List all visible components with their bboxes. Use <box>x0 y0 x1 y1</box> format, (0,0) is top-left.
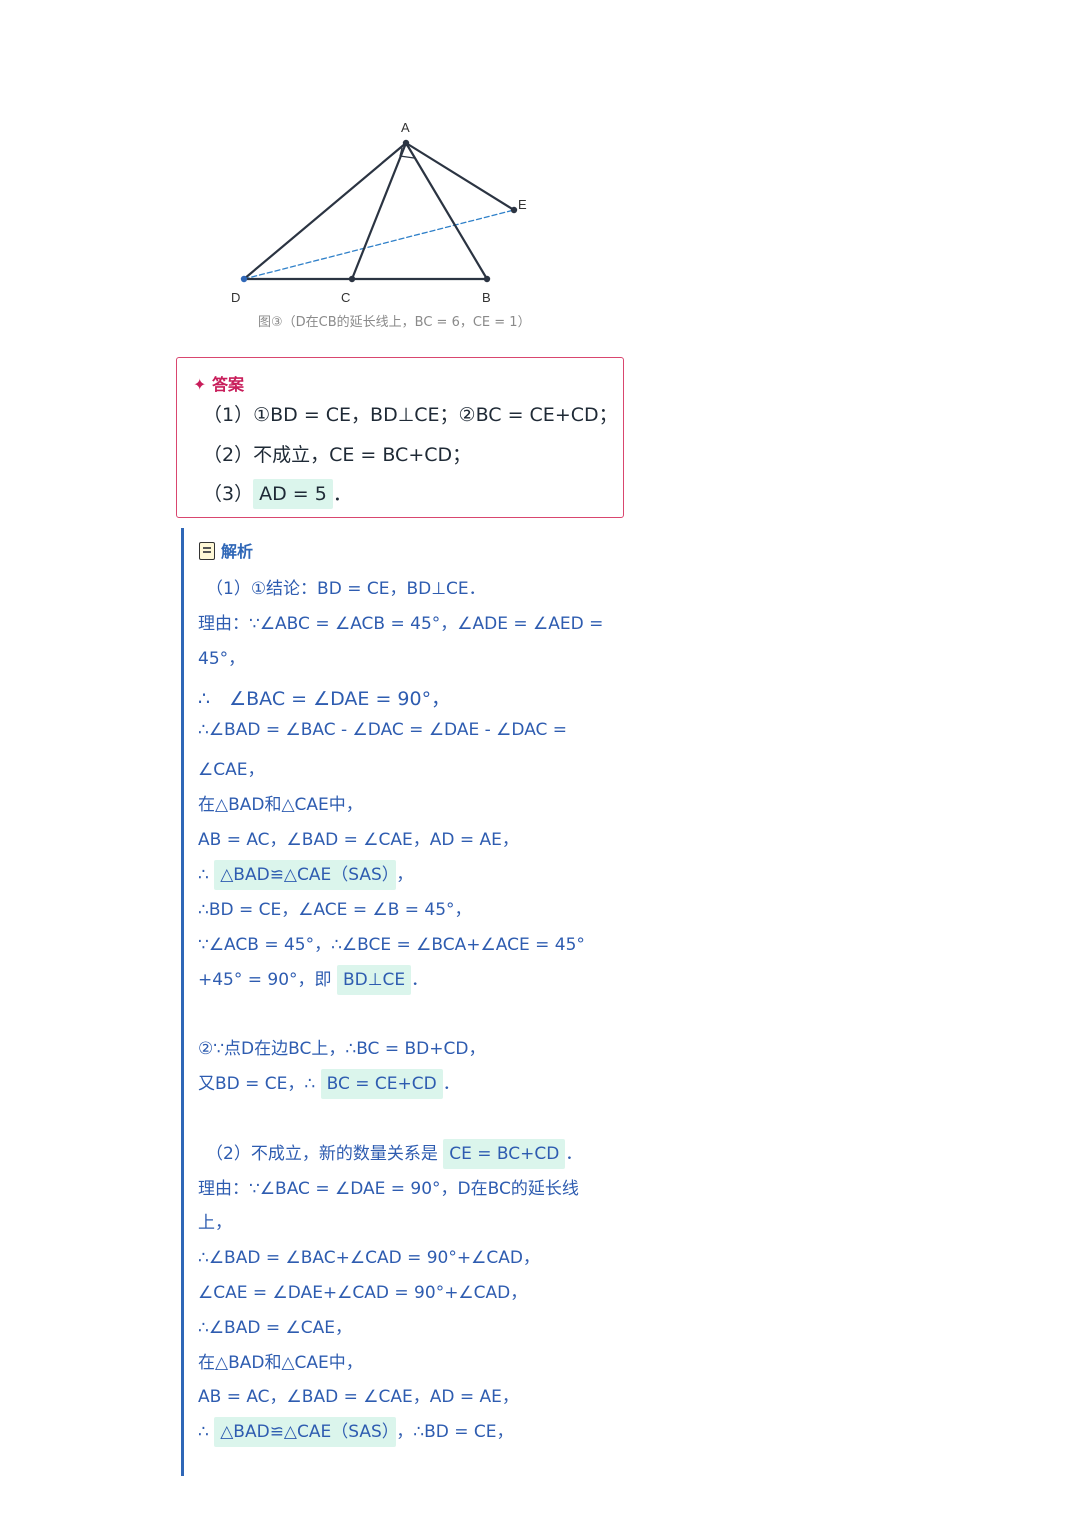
analysis-line: AB = AC，∠BAD = ∠CAE，AD = AE， <box>198 825 519 850</box>
analysis-line-text: ∴∠BAD = ∠BAC+∠CAD = 90°+∠CAD， <box>198 1248 540 1268</box>
point-a <box>402 139 410 147</box>
analysis-line: ∴BD = CE，∠ACE = ∠B = 45°， <box>198 895 472 920</box>
analysis-line: ∴ △BAD≌△CAE（SAS） ，∴BD = CE， <box>198 1417 514 1447</box>
analysis-line-text: 45°， <box>198 649 246 669</box>
analysis-line-text: 在△BAD和△CAE中， <box>198 1353 363 1373</box>
analysis-title: 解析 <box>199 538 253 562</box>
analysis-line: +45° = 90°，即 BD⊥CE ． <box>198 965 429 995</box>
answer-title: ✦ 答案 <box>193 375 244 394</box>
analysis-line-suffix: ． <box>565 1144 583 1164</box>
analysis-line-suffix: ． <box>411 970 429 990</box>
analysis-line-text: ∴ <box>198 1422 215 1442</box>
analysis-line-text: ∴BD = CE，∠ACE = ∠B = 45°， <box>198 900 472 920</box>
analysis-line: 理由：∵∠BAC = ∠DAE = 90°，D在BC的延长线 <box>198 1174 579 1199</box>
point-d <box>240 275 248 283</box>
analysis-line: （1）①结论：BD = CE，BD⊥CE． <box>206 574 486 599</box>
analysis-line-text: 上， <box>198 1213 232 1233</box>
answer-line-2: （2）不成立，CE = BC+CD； <box>203 444 472 466</box>
point-b <box>483 275 491 283</box>
analysis-bar <box>181 528 184 1476</box>
analysis-highlight: BD⊥CE <box>336 965 412 995</box>
segment-ae <box>404 141 516 212</box>
analysis-line-text: ∠CAE = ∠DAE+∠CAD = 90°+∠CAD， <box>198 1283 528 1303</box>
analysis-line-text: ∴∠BAD = ∠CAE， <box>198 1318 352 1338</box>
analysis-line-text: （2）不成立，新的数量关系是 <box>206 1144 444 1164</box>
triangle-figure: A E D C B <box>231 120 527 305</box>
analysis-line-suffix: ， <box>396 865 414 885</box>
analysis-line-text: 理由：∵∠ABC = ∠ACB = 45°，∠ADE = ∠AED = <box>198 614 604 634</box>
analysis-line-text: AB = AC，∠BAD = ∠CAE，AD = AE， <box>198 830 519 850</box>
analysis-line-text: 在△BAD和△CAE中， <box>198 795 363 815</box>
analysis-line-text: ∵∠ACB = 45°，∴∠BCE = ∠BCA+∠ACE = 45° <box>198 935 585 955</box>
analysis-line-text: ∠CAE， <box>198 760 265 780</box>
analysis-line: ②∵点D在边BC上，∴BC = BD+CD， <box>198 1034 485 1059</box>
angle-mark-1 <box>399 155 415 159</box>
analysis-line-text: ∴ <box>198 865 215 885</box>
label-e: E <box>518 197 527 212</box>
analysis-line-suffix: ，∴BD = CE， <box>396 1422 514 1442</box>
label-a: A <box>401 120 410 135</box>
label-c: C <box>341 290 350 305</box>
analysis-line-text: +45° = 90°，即 <box>198 970 337 990</box>
analysis-line: 在△BAD和△CAE中， <box>198 1348 363 1373</box>
segment-ac <box>350 141 408 281</box>
analysis-line: 在△BAD和△CAE中， <box>198 790 363 815</box>
answer-line-3: （3） AD = 5 ． <box>203 479 352 509</box>
note-icon <box>199 542 215 560</box>
analysis-line-text: ∴∠BAD = ∠BAC - ∠DAC = ∠DAE - ∠DAC = <box>198 720 568 740</box>
analysis-line-text: AB = AC，∠BAD = ∠CAE，AD = AE， <box>198 1387 519 1407</box>
point-c <box>348 275 356 283</box>
analysis-line: ∴∠BAD = ∠BAC - ∠DAC = ∠DAE - ∠DAC = <box>198 720 567 740</box>
analysis-line-text: ∴ ∠BAC = ∠DAE = 90°， <box>198 688 451 710</box>
point-e <box>510 206 518 214</box>
analysis-title-text: 解析 <box>221 542 254 561</box>
answer-line-1: （1）①BD = CE，BD⊥CE；②BC = CE+CD； <box>203 404 618 426</box>
analysis-line: ∵∠ACB = 45°，∴∠BCE = ∠BCA+∠ACE = 45° <box>198 930 585 955</box>
analysis-line: ∠CAE = ∠DAE+∠CAD = 90°+∠CAD， <box>198 1278 527 1303</box>
analysis-highlight: △BAD≌△CAE（SAS） <box>214 860 397 890</box>
analysis-line: 45°， <box>198 644 245 669</box>
analysis-line: 上， <box>198 1208 232 1233</box>
analysis-line: AB = AC，∠BAD = ∠CAE，AD = AE， <box>198 1382 519 1407</box>
label-b: B <box>482 290 491 305</box>
answer-highlight: AD = 5 <box>253 479 333 509</box>
analysis-line: 理由：∵∠ABC = ∠ACB = 45°，∠ADE = ∠AED = <box>198 609 603 634</box>
analysis-line: ∴∠BAD = ∠CAE， <box>198 1313 352 1338</box>
analysis-highlight: △BAD≌△CAE（SAS） <box>214 1417 397 1447</box>
analysis-line: 又BD = CE，∴ BC = CE+CD ． <box>198 1069 460 1099</box>
analysis-line: ∴ ∠BAC = ∠DAE = 90°， <box>198 684 450 711</box>
analysis-highlight: BC = CE+CD <box>320 1069 443 1099</box>
analysis-line: ∴∠BAD = ∠BAC+∠CAD = 90°+∠CAD， <box>198 1243 540 1268</box>
answer-box: ✦ 答案 （1）①BD = CE，BD⊥CE；②BC = CE+CD； （2）不… <box>176 357 624 518</box>
analysis-line-text: 又BD = CE，∴ <box>198 1074 321 1094</box>
analysis-line-suffix: ． <box>442 1074 460 1094</box>
analysis-line-text: 理由：∵∠BAC = ∠DAE = 90°，D在BC的延长线 <box>198 1179 579 1199</box>
segment-ab <box>404 141 489 281</box>
analysis-line-text: ②∵点D在边BC上，∴BC = BD+CD， <box>198 1039 486 1059</box>
figure-caption: 图③（D在CB的延长线上，BC = 6，CE = 1） <box>258 315 531 330</box>
answer-line-3-prefix: （3） <box>203 483 254 505</box>
analysis-line: （2）不成立，新的数量关系是 CE = BC+CD ． <box>206 1139 583 1169</box>
label-d: D <box>231 290 240 305</box>
analysis-line: ∴ △BAD≌△CAE（SAS）， <box>198 860 414 890</box>
answer-line-3-suffix: ． <box>332 483 352 505</box>
analysis-line: ∠CAE， <box>198 755 264 780</box>
analysis-line-text: （1）①结论：BD = CE，BD⊥CE． <box>206 579 486 599</box>
analysis-highlight: CE = BC+CD <box>443 1139 566 1169</box>
